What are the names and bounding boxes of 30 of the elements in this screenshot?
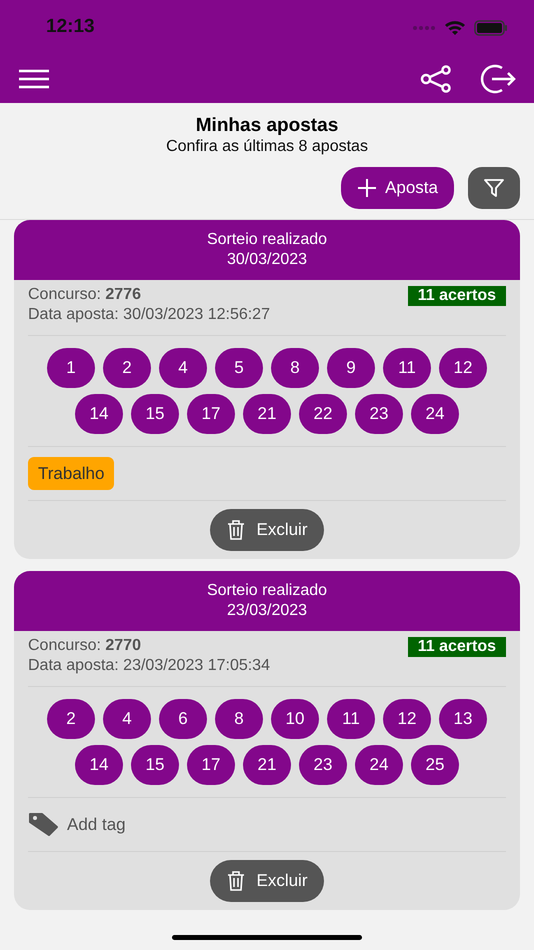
delete-button[interactable]: Excluir [210,509,324,551]
page-subtitle: Confira as últimas 8 apostas [166,137,368,157]
trash-icon [226,520,246,540]
add-bet-button[interactable]: Aposta [341,167,454,209]
draw-status: Sorteio realizado [206,581,328,601]
tag-icon [28,812,59,837]
add-tag-button[interactable]: Add tag [28,808,126,841]
trash-icon [226,871,246,891]
plus-icon [357,178,378,198]
wifi-icon [444,20,466,36]
signal-icon [412,24,436,30]
battery-icon [474,20,508,36]
draw-date: 23/03/2023 [226,601,308,621]
tag-chip[interactable]: Trabalho [28,457,114,490]
filter-icon [484,178,504,198]
filter-button[interactable] [468,167,520,209]
page-title: Minhas apostas [196,115,338,137]
share-icon[interactable] [420,65,452,93]
hits-badge: 11 acertos [408,286,506,306]
menu-icon[interactable] [18,69,50,89]
hits-badge: 11 acertos [408,637,506,657]
draw-status: Sorteio realizado [206,230,328,250]
contest-number: Concurso: 2770 [28,636,142,656]
contest-number: Concurso: 2776 [28,285,142,305]
logout-icon[interactable] [480,64,516,94]
delete-button[interactable]: Excluir [210,860,324,902]
bet-date: Data aposta: 30/03/2023 12:56:27 [28,305,270,325]
status-time: 12:13 [46,15,95,40]
bet-date: Data aposta: 23/03/2023 17:05:34 [28,656,270,676]
draw-date: 30/03/2023 [226,250,308,270]
